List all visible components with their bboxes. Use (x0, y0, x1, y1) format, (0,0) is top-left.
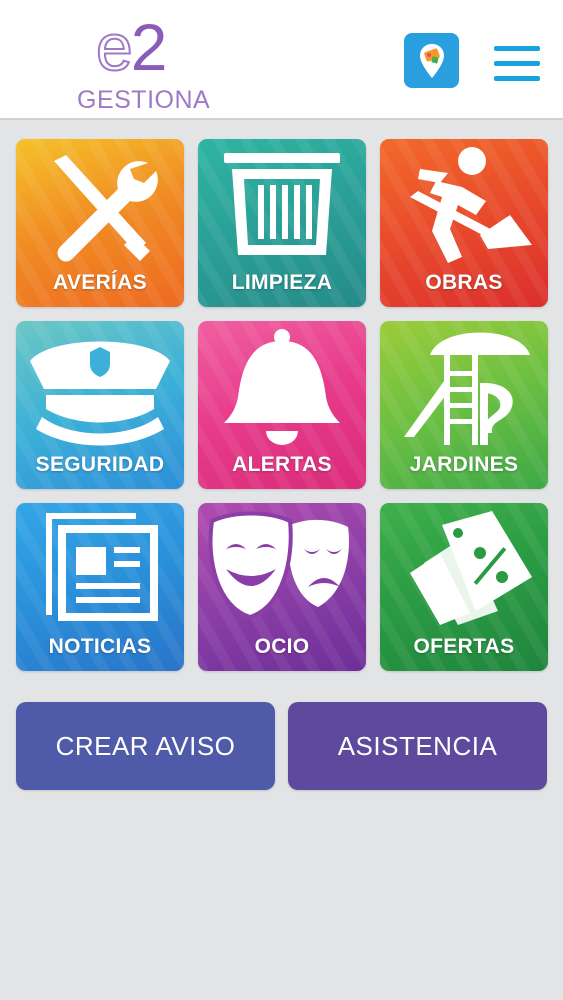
bell-icon (224, 329, 340, 445)
newspaper-icon (46, 513, 158, 621)
tile-label: SEGURIDAD (35, 453, 165, 476)
logo-e: e (95, 10, 134, 84)
tile-averias[interactable]: AVERÍAS (16, 139, 184, 307)
tile-ocio[interactable]: OCIO (198, 503, 366, 671)
theater-masks-icon (208, 511, 349, 620)
tile-jardines[interactable]: JARDINES (380, 321, 548, 489)
tile-label: LIMPIEZA (231, 271, 333, 294)
trash-bin-icon (224, 153, 340, 255)
app-header: e2 GESTIONA (0, 0, 563, 120)
tile-label: JARDINES (409, 453, 519, 476)
tile-noticias[interactable]: NOTICIAS (16, 503, 184, 671)
tile-label: AVERÍAS (53, 271, 147, 294)
logo-2: 2 (130, 10, 168, 84)
tile-alertas[interactable]: ALERTAS (198, 321, 366, 489)
tile-label: ALERTAS (232, 453, 332, 476)
tile-label: OCIO (254, 635, 310, 658)
tile-label: OBRAS (425, 271, 503, 294)
map-pin-shop-icon[interactable] (404, 33, 459, 88)
tile-label: OFERTAS (413, 635, 515, 658)
wrench-screwdriver-icon (54, 155, 158, 262)
logo-subtitle: GESTIONA (77, 86, 211, 114)
hamburger-menu-icon[interactable] (494, 46, 540, 82)
tile-ofertas[interactable]: OFERTAS (380, 503, 548, 671)
assistance-button[interactable]: ASISTENCIA (288, 702, 547, 790)
tile-limpieza[interactable]: LIMPIEZA (198, 139, 366, 307)
tile-label: NOTICIAS (48, 635, 152, 658)
logo-mark: e2 (95, 10, 168, 84)
tile-obras[interactable]: OBRAS (380, 139, 548, 307)
app-logo: e2 GESTIONA (70, 10, 230, 116)
construction-worker-icon (410, 147, 532, 263)
playground-slide-icon (404, 332, 530, 445)
police-cap-icon (30, 341, 170, 446)
tile-seguridad[interactable]: SEGURIDAD (16, 321, 184, 489)
create-notice-button[interactable]: CREAR AVISO (16, 702, 275, 790)
price-tag-percent-icon (410, 511, 532, 625)
